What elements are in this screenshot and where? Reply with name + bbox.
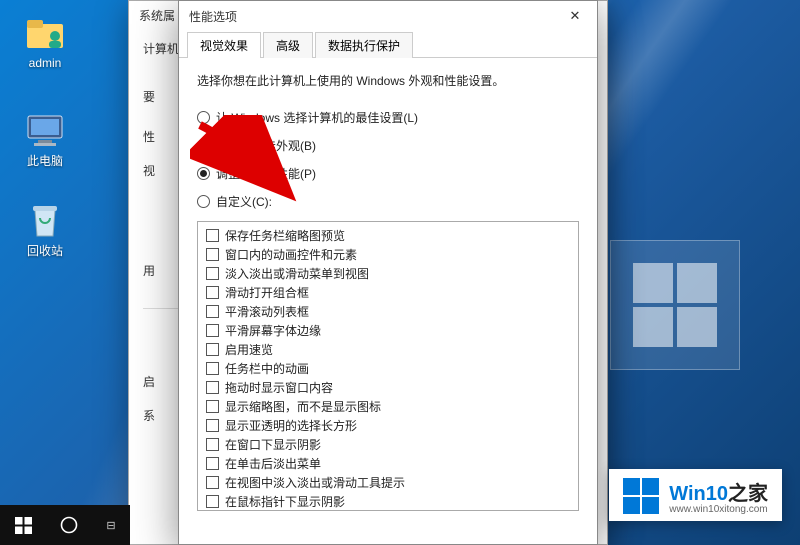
check-label: 窗口内的动画控件和元素: [225, 246, 357, 263]
radio-icon: [197, 111, 210, 124]
radio-icon: [197, 167, 210, 180]
checkbox-icon: [206, 248, 219, 261]
radio-custom[interactable]: 自定义(C):: [197, 187, 579, 215]
checkbox-icon: [206, 267, 219, 280]
watermark-url: www.win10xitong.com: [669, 504, 768, 515]
radio-let-windows-choose[interactable]: 让 Windows 选择计算机的最佳设置(L): [197, 103, 579, 131]
description-text: 选择你想在此计算机上使用的 Windows 外观和性能设置。: [197, 72, 579, 89]
watermark-brand: Win10之家: [669, 477, 768, 506]
taskbar: ⊟: [0, 505, 130, 545]
check-label: 显示亚透明的选择长方形: [225, 417, 357, 434]
checkbox-icon: [206, 495, 219, 508]
list-item[interactable]: 在鼠标指针下显示阴影: [200, 492, 576, 511]
checkbox-icon: [206, 343, 219, 356]
check-label: 在窗口下显示阴影: [225, 436, 321, 453]
checkbox-icon: [206, 419, 219, 432]
radio-best-appearance[interactable]: 调整为最佳外观(B): [197, 131, 579, 159]
close-icon: ✕: [570, 8, 581, 24]
watermark: Win10之家 www.win10xitong.com: [609, 469, 782, 521]
windows-logo-icon: [623, 478, 659, 514]
radio-icon: [197, 139, 210, 152]
recycle-bin-icon: [10, 200, 80, 240]
circle-icon: [60, 516, 78, 534]
list-item[interactable]: 窗口内的动画控件和元素: [200, 245, 576, 264]
dialog-title: 性能选项: [189, 8, 237, 25]
checkbox-icon: [206, 229, 219, 242]
user-folder-icon: [10, 14, 80, 54]
windows-logo-box: [610, 240, 740, 370]
radio-label: 调整为最佳外观(B): [216, 137, 316, 154]
cortana-button[interactable]: [46, 505, 92, 545]
check-label: 在视图中淡入淡出或滑动工具提示: [225, 474, 405, 491]
radio-icon: [197, 195, 210, 208]
list-item[interactable]: 显示缩略图，而不是显示图标: [200, 397, 576, 416]
checkbox-icon: [206, 476, 219, 489]
tab-visual-effects[interactable]: 视觉效果: [187, 32, 261, 58]
windows-logo-icon: [15, 517, 32, 534]
check-label: 在单击后淡出菜单: [225, 455, 321, 472]
desktop-icon-label: 此电脑: [10, 152, 80, 169]
list-item[interactable]: 在窗口下显示阴影: [200, 435, 576, 454]
taskbar-item[interactable]: ⊟: [92, 505, 130, 545]
task-view-icon: ⊟: [106, 519, 115, 532]
radio-label: 调整为最佳性能(P): [216, 165, 316, 182]
checkbox-icon: [206, 305, 219, 318]
check-label: 平滑屏幕字体边缘: [225, 322, 321, 339]
check-label: 启用速览: [225, 341, 273, 358]
checkbox-icon: [206, 362, 219, 375]
check-label: 显示缩略图，而不是显示图标: [225, 398, 381, 415]
radio-label: 自定义(C):: [216, 193, 272, 210]
list-item[interactable]: 平滑屏幕字体边缘: [200, 321, 576, 340]
checkbox-icon: [206, 381, 219, 394]
list-item[interactable]: 拖动时显示窗口内容: [200, 378, 576, 397]
checkbox-icon: [206, 438, 219, 451]
list-item[interactable]: 保存任务栏缩略图预览: [200, 226, 576, 245]
list-item[interactable]: 平滑滚动列表框: [200, 302, 576, 321]
desktop-icon-recycle[interactable]: 回收站: [10, 200, 80, 259]
check-label: 滑动打开组合框: [225, 284, 309, 301]
start-button[interactable]: [0, 505, 46, 545]
check-label: 淡入淡出或滑动菜单到视图: [225, 265, 369, 282]
list-item[interactable]: 任务栏中的动画: [200, 359, 576, 378]
radio-best-performance[interactable]: 调整为最佳性能(P): [197, 159, 579, 187]
checkbox-icon: [206, 400, 219, 413]
check-label: 任务栏中的动画: [225, 360, 309, 377]
list-item[interactable]: 淡入淡出或滑动菜单到视图: [200, 264, 576, 283]
check-label: 保存任务栏缩略图预览: [225, 227, 345, 244]
check-label: 拖动时显示窗口内容: [225, 379, 333, 396]
computer-icon: [10, 110, 80, 150]
list-item[interactable]: 滑动打开组合框: [200, 283, 576, 302]
checkbox-icon: [206, 457, 219, 470]
desktop-icon-thispc[interactable]: 此电脑: [10, 110, 80, 169]
performance-options-dialog: 性能选项 ✕ 视觉效果 高级 数据执行保护 选择你想在此计算机上使用的 Wind…: [178, 0, 598, 545]
tab-dep[interactable]: 数据执行保护: [315, 32, 413, 58]
check-label: 在鼠标指针下显示阴影: [225, 493, 345, 510]
tab-advanced[interactable]: 高级: [263, 32, 313, 58]
list-item[interactable]: 启用速览: [200, 340, 576, 359]
desktop-icon-label: 回收站: [10, 242, 80, 259]
close-button[interactable]: ✕: [553, 1, 597, 31]
list-item[interactable]: 显示亚透明的选择长方形: [200, 416, 576, 435]
tab-bar: 视觉效果 高级 数据执行保护: [179, 31, 597, 58]
radio-label: 让 Windows 选择计算机的最佳设置(L): [216, 109, 418, 126]
checkbox-icon: [206, 324, 219, 337]
effects-checklist[interactable]: 保存任务栏缩略图预览 窗口内的动画控件和元素 淡入淡出或滑动菜单到视图 滑动打开…: [197, 221, 579, 511]
desktop-icon-admin[interactable]: admin: [10, 14, 80, 70]
list-item[interactable]: 在单击后淡出菜单: [200, 454, 576, 473]
list-item[interactable]: 在视图中淡入淡出或滑动工具提示: [200, 473, 576, 492]
check-label: 平滑滚动列表框: [225, 303, 309, 320]
checkbox-icon: [206, 286, 219, 299]
desktop-icon-label: admin: [10, 56, 80, 70]
